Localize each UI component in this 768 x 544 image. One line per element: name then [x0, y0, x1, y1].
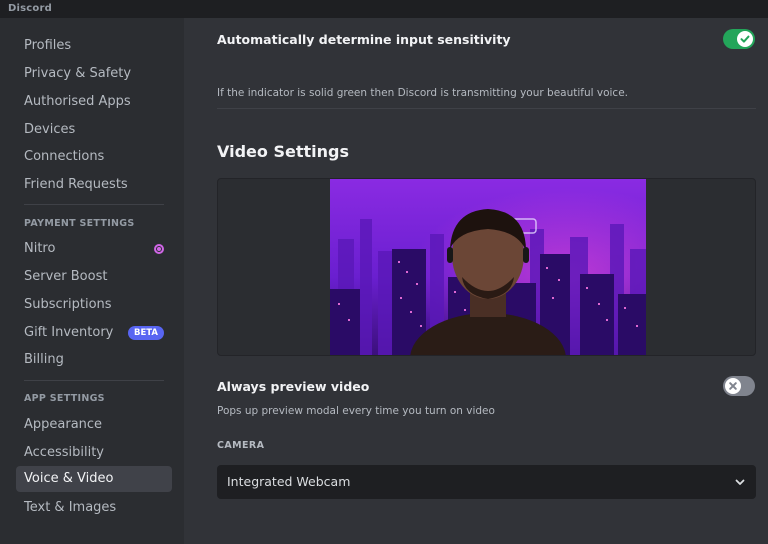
settings-sidebar: Profiles Privacy & Safety Authorised App… [0, 18, 184, 544]
always-preview-title: Always preview video [217, 379, 370, 394]
app-title: Discord [8, 3, 52, 14]
auto-sensitivity-toggle[interactable] [723, 29, 755, 49]
sidebar-item-server-boost[interactable]: Server Boost [16, 264, 172, 290]
webcam-feed [330, 179, 646, 355]
sidebar-item-text-images[interactable]: Text & Images [16, 495, 172, 521]
app-settings-header: APP SETTINGS [24, 393, 105, 404]
camera-select-value: Integrated Webcam [227, 474, 351, 489]
video-settings-heading: Video Settings [217, 142, 349, 161]
sidebar-item-label: Gift Inventory [24, 325, 114, 340]
auto-sensitivity-title: Automatically determine input sensitivit… [217, 32, 511, 47]
camera-header: CAMERA [217, 440, 265, 451]
sidebar-item-label: Nitro [24, 241, 56, 256]
sidebar-item-friend-requests[interactable]: Friend Requests [16, 172, 172, 198]
check-icon [740, 35, 750, 43]
toggle-knob [725, 378, 741, 394]
section-divider [217, 108, 756, 109]
nitro-icon [154, 244, 164, 254]
sidebar-item-voice-video[interactable]: Voice & Video [16, 466, 172, 492]
sidebar-item-subscriptions[interactable]: Subscriptions [16, 292, 172, 318]
webcam-image [330, 179, 646, 355]
sidebar-item-profiles[interactable]: Profiles [16, 33, 172, 59]
toggle-knob [737, 31, 753, 47]
title-bar: Discord [0, 0, 768, 18]
sidebar-item-nitro[interactable]: Nitro [16, 236, 172, 262]
sidebar-item-privacy-safety[interactable]: Privacy & Safety [16, 61, 172, 87]
sidebar-item-billing[interactable]: Billing [16, 347, 172, 373]
voice-video-settings-panel: Automatically determine input sensitivit… [184, 18, 768, 544]
chevron-down-icon [735, 479, 745, 485]
always-preview-toggle[interactable] [723, 376, 755, 396]
sidebar-item-devices[interactable]: Devices [16, 117, 172, 143]
sidebar-item-appearance[interactable]: Appearance [16, 412, 172, 438]
sidebar-item-authorised-apps[interactable]: Authorised Apps [16, 89, 172, 115]
sidebar-item-accessibility[interactable]: Accessibility [16, 440, 172, 466]
camera-select[interactable]: Integrated Webcam [217, 465, 756, 499]
sidebar-item-connections[interactable]: Connections [16, 144, 172, 170]
payment-settings-header: PAYMENT SETTINGS [24, 218, 135, 229]
sidebar-item-gift-inventory[interactable]: Gift Inventory BETA [16, 320, 172, 346]
beta-badge: BETA [127, 326, 164, 340]
x-icon [729, 382, 737, 390]
always-preview-help: Pops up preview modal every time you tur… [217, 405, 495, 417]
video-preview [217, 178, 756, 356]
auto-sensitivity-help: If the indicator is solid green then Dis… [217, 87, 629, 99]
sidebar-separator [24, 380, 164, 381]
sidebar-separator [24, 204, 164, 205]
